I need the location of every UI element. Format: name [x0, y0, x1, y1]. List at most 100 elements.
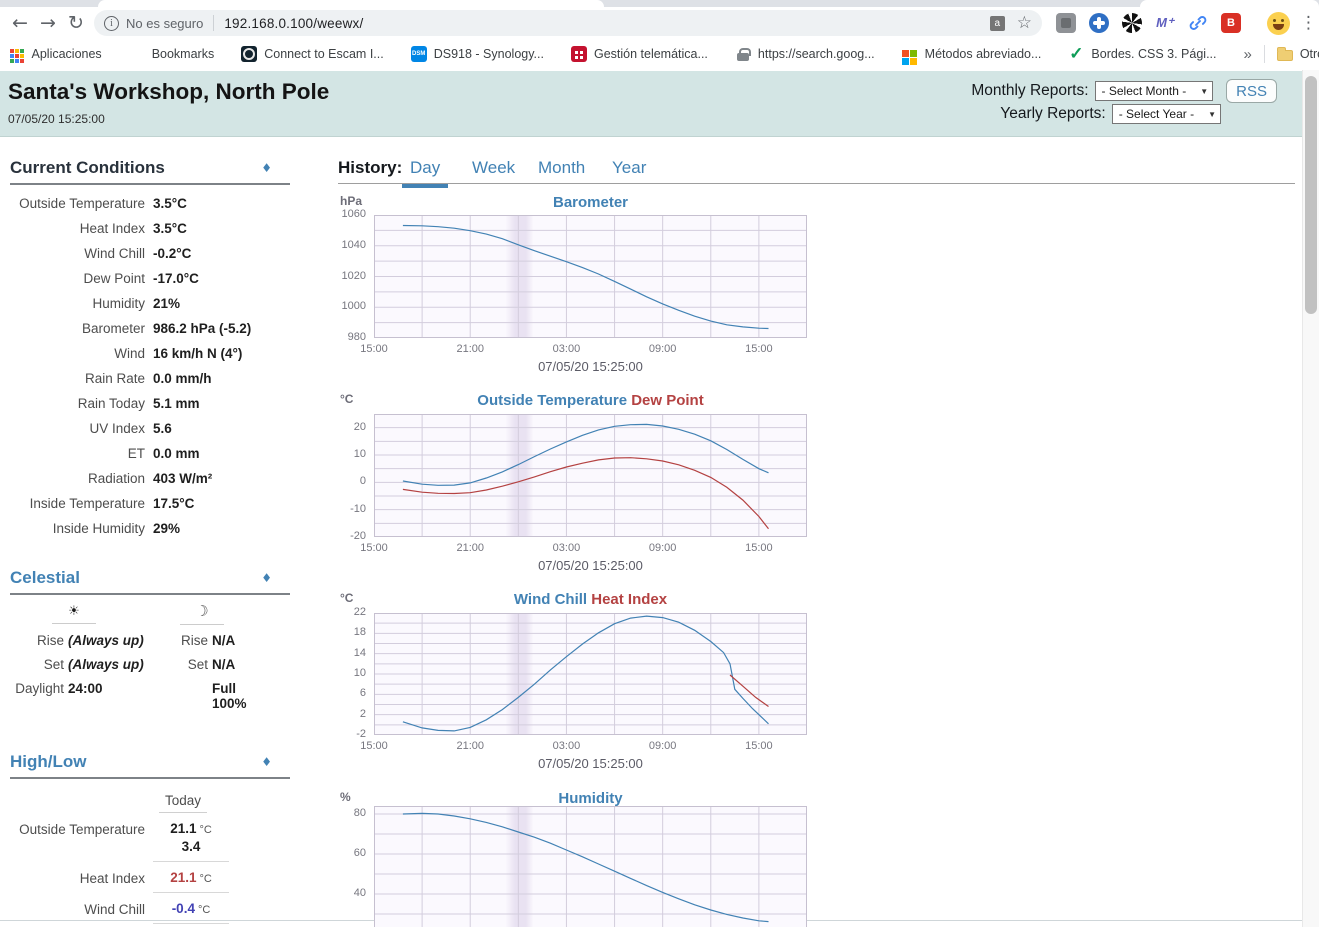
rss-button[interactable]: RSS: [1226, 79, 1277, 103]
x-axis-tick: 21:00: [442, 343, 498, 355]
metric-label: Heat Index: [10, 869, 145, 886]
bookmark-item[interactable]: Gestión telemática...: [571, 46, 708, 62]
current-conditions-row: Barometer986.2 hPa (-5.2): [10, 316, 290, 341]
link-extension-icon[interactable]: [1188, 13, 1208, 33]
apps-grid-icon: [10, 49, 14, 53]
collapse-diamond-icon[interactable]: ♦: [261, 571, 272, 585]
y-axis-tick: 1060: [330, 208, 366, 220]
chart-title: Wind Chill Heat Index: [374, 591, 807, 608]
chart-title: Outside Temperature Dew Point: [374, 392, 807, 409]
current-conditions-row: Radiation403 W/m²: [10, 466, 290, 491]
scrollbar-thumb[interactable]: [1305, 76, 1317, 314]
metric-value: -17.0°C: [153, 271, 199, 286]
y-axis-tick: 60: [330, 847, 366, 859]
metric-value: 0.0 mm/h: [153, 371, 212, 386]
bookmark-label: Bordes. CSS 3. Pági...: [1091, 47, 1216, 61]
apps-label: Aplicaciones: [32, 47, 102, 61]
highlow-value-line: 21.1°C: [153, 820, 229, 838]
lock-icon: [735, 46, 751, 62]
forward-icon[interactable]: →: [34, 9, 62, 37]
moon-rise-label: Rise: [166, 633, 208, 648]
metric-value: 986.2 hPa (-5.2): [153, 321, 251, 336]
daylight-value: 24:00: [68, 681, 162, 711]
metric-value: 21.1: [170, 870, 196, 885]
tab-year[interactable]: Year: [604, 156, 654, 184]
m-plus-extension-icon[interactable]: M⁺: [1155, 13, 1175, 33]
bookmark-label: DS918 - Synology...: [434, 47, 544, 61]
browser-toolbar: ← → ↻ i No es seguro 192.168.0.100/weewx…: [0, 7, 1319, 39]
metric-unit: °C: [199, 824, 211, 836]
bookmarks-divider: [1264, 45, 1265, 63]
tab-day[interactable]: Day: [402, 156, 448, 188]
docs-extension-icon[interactable]: B: [1221, 13, 1241, 33]
bookmark-item[interactable]: Connect to Escam I...: [241, 46, 384, 62]
profile-avatar[interactable]: [1267, 12, 1290, 35]
x-axis-tick: 03:00: [538, 740, 594, 752]
station-timestamp: 07/05/20 15:25:00: [8, 112, 105, 126]
bookmark-label: Connect to Escam I...: [264, 47, 384, 61]
notebook-extension-icon[interactable]: [1056, 13, 1076, 33]
active-browser-tab[interactable]: [98, 0, 604, 7]
redgrid-icon: [571, 46, 587, 62]
monthly-reports-select[interactable]: - Select Month - ▼: [1095, 81, 1214, 101]
current-conditions-section: Current Conditions ♦ Outside Temperature…: [10, 158, 290, 541]
star-icon: [129, 46, 145, 62]
bookmark-item[interactable]: DSMDS918 - Synology...: [411, 46, 544, 62]
moon-rise-value: N/A: [212, 633, 290, 648]
metric-value: 5.6: [153, 421, 172, 436]
current-conditions-row: Rain Rate0.0 mm/h: [10, 366, 290, 391]
yearly-reports-label: Yearly Reports:: [1000, 105, 1105, 123]
tab-month[interactable]: Month: [530, 156, 593, 184]
highlow-values: 21.1°C3.4: [153, 820, 229, 862]
back-icon[interactable]: ←: [6, 9, 34, 37]
apps-shortcut[interactable]: Aplicaciones: [8, 47, 102, 61]
bookmark-label: Métodos abreviado...: [925, 47, 1042, 61]
bookmarks-overflow-icon[interactable]: »: [1243, 46, 1251, 63]
y-axis-tick: 2: [330, 708, 366, 720]
translate-icon[interactable]: a: [990, 16, 1005, 31]
section-title: High/Low: [10, 752, 86, 772]
y-axis-tick: 10: [330, 448, 366, 460]
x-axis-tick: 15:00: [346, 542, 402, 554]
current-conditions-row: Wind16 km/h N (4°): [10, 341, 290, 366]
collapse-diamond-icon[interactable]: ♦: [261, 161, 272, 175]
current-conditions-row: Inside Temperature17.5°C: [10, 491, 290, 516]
collapse-diamond-icon[interactable]: ♦: [261, 755, 272, 769]
metric-value: 3.5°C: [153, 196, 187, 211]
metric-value: 3.5°C: [153, 221, 187, 236]
section-header[interactable]: Current Conditions ♦: [10, 158, 290, 185]
reload-icon[interactable]: ↻: [62, 9, 90, 37]
x-axis-tick: 15:00: [731, 740, 787, 752]
section-header[interactable]: High/Low ♦: [10, 752, 290, 779]
tab-week[interactable]: Week: [464, 156, 523, 184]
shutter-extension-icon[interactable]: [1122, 13, 1142, 33]
section-header[interactable]: Celestial ♦: [10, 568, 290, 595]
bookmark-item[interactable]: ✓Bordes. CSS 3. Pági...: [1068, 46, 1216, 62]
highlow-row: Outside Temperature21.1°C3.4: [10, 820, 290, 862]
bookmark-item[interactable]: https://search.goog...: [735, 46, 875, 62]
metric-value: 5.1 mm: [153, 396, 200, 411]
bookmark-item[interactable]: Bookmarks: [129, 46, 215, 62]
folder-icon: [1277, 50, 1293, 61]
moon-phase-value: Full100%: [212, 681, 290, 711]
pinwheel-extension-icon[interactable]: [1089, 13, 1109, 33]
sun-set-label: Set: [10, 657, 64, 672]
security-label[interactable]: No es seguro: [126, 16, 203, 31]
address-bar[interactable]: i No es seguro 192.168.0.100/weewx/ a ☆: [94, 10, 1042, 36]
chart-title-part: Heat Index: [587, 591, 667, 608]
other-bookmarks[interactable]: Otros marcadores: [1277, 47, 1319, 61]
menu-icon[interactable]: ⋮: [1300, 13, 1317, 33]
chart-y-unit: %: [340, 790, 351, 804]
chart-y-unit: hPa: [340, 194, 362, 208]
bookmark-star-icon[interactable]: ☆: [1017, 13, 1032, 33]
highlow-value-line: 21.1°C: [153, 869, 229, 887]
chart-title-part: Wind Chill: [514, 591, 587, 608]
current-conditions-row: ET0.0 mm: [10, 441, 290, 466]
metric-label: Heat Index: [10, 221, 145, 236]
page-scrollbar[interactable]: [1302, 70, 1319, 927]
bookmark-item[interactable]: Métodos abreviado...: [902, 42, 1042, 66]
info-icon[interactable]: i: [104, 16, 119, 31]
url-text[interactable]: 192.168.0.100/weewx/: [224, 16, 363, 31]
browser-tab[interactable]: [1140, 0, 1319, 7]
yearly-reports-select[interactable]: - Select Year - ▼: [1112, 104, 1221, 124]
